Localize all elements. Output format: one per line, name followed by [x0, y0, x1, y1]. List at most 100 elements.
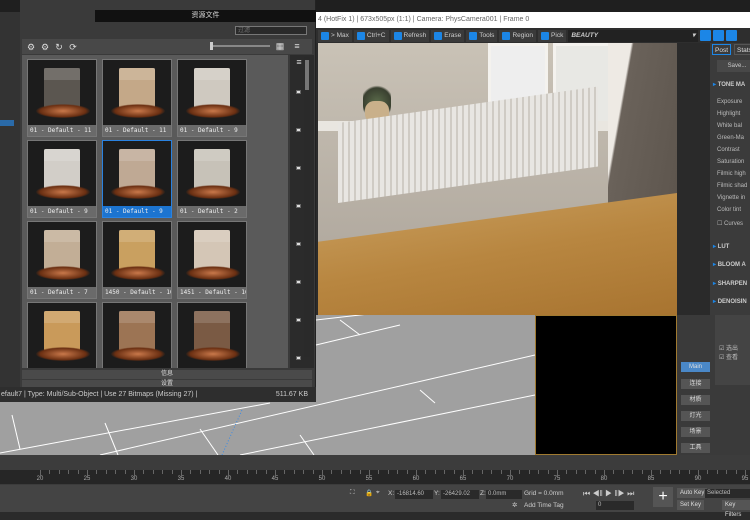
tick-mark: [124, 470, 126, 474]
z-coordinate[interactable]: 0.0mm: [486, 490, 522, 499]
zoom-in-icon[interactable]: [700, 30, 712, 41]
material-tile[interactable]: 01 - Default - 9: [27, 140, 97, 218]
label: Ctrl+C: [366, 31, 386, 39]
refresh-icon[interactable]: ↻: [54, 42, 64, 52]
selection-dropdown[interactable]: Selected: [705, 489, 750, 498]
playback-controls[interactable]: ⏮ ◀‖ ▶ ‖▶ ⏭: [583, 489, 634, 499]
material-tile[interactable]: 01 - Default - 7: [27, 221, 97, 299]
material-name: 01 - Default - 9: [103, 206, 171, 217]
material-name: 01 - Default - 11: [103, 125, 171, 136]
set-key-button[interactable]: Set Key: [677, 500, 705, 510]
list-icon[interactable]: ≡: [294, 57, 304, 67]
auto-key-button[interactable]: Auto Key: [677, 488, 708, 498]
category-marker[interactable]: [296, 242, 301, 246]
material-name: 01 - Default - 9: [178, 125, 246, 136]
material-preview: [44, 68, 80, 108]
tick-mark: [669, 470, 671, 474]
tick-label: 60: [412, 476, 420, 482]
tools-button[interactable]: Tools: [466, 29, 498, 42]
tick-mark: [735, 470, 737, 474]
key-filters-button[interactable]: Key Filters: [722, 500, 750, 518]
region-button[interactable]: Region: [499, 29, 537, 42]
material-tile[interactable]: 01 - Default - 11: [27, 59, 97, 137]
material-name: 01 - Default - 2: [178, 206, 246, 217]
tick-mark: [481, 470, 483, 474]
pick-button[interactable]: Pick: [538, 29, 567, 42]
y-coordinate[interactable]: -26429.02: [441, 490, 479, 499]
connect-button[interactable]: 连接: [681, 379, 710, 389]
filter-input[interactable]: [235, 26, 307, 35]
time-tag-icon[interactable]: ✲: [512, 501, 517, 509]
absolute-mode-icon[interactable]: ⌖: [376, 489, 380, 497]
bloom-section[interactable]: BLOOM A: [713, 261, 746, 268]
lut-section[interactable]: LUT: [713, 243, 730, 250]
grid-view-icon[interactable]: ▦: [275, 41, 285, 51]
curves-checkbox[interactable]: ☐ Curves: [717, 220, 743, 227]
tick-mark: [209, 470, 211, 474]
material-name: 01 - Default - 11: [28, 125, 96, 136]
tick-mark: [162, 470, 164, 474]
gear-icon: [469, 31, 478, 40]
tick-mark: [190, 470, 192, 474]
light-button[interactable]: 灯光: [681, 411, 710, 421]
sync-icon[interactable]: ⟳: [68, 42, 78, 52]
time-ruler[interactable]: 20 25 30 35 40 45 50 55 60 65 70 75 80 85 90 95: [0, 470, 750, 484]
tone-mapping-section[interactable]: TONE MA: [713, 81, 746, 88]
tick-mark: [181, 470, 182, 476]
material-button[interactable]: 材质: [681, 395, 710, 405]
add-time-tag[interactable]: Add Time Tag: [524, 502, 564, 509]
category-marker[interactable]: [296, 166, 301, 170]
material-tile[interactable]: 1450 - Default - 10: [102, 221, 172, 299]
sharpen-section[interactable]: SHARPEN: [713, 280, 747, 287]
isolate-icon[interactable]: ⛶: [350, 489, 355, 497]
tick-mark: [275, 470, 276, 476]
material-tile[interactable]: 01 - Default - 11: [102, 59, 172, 137]
grid-scrollbar[interactable]: [304, 57, 310, 357]
tab-post[interactable]: Post: [712, 44, 732, 55]
param-label: Contrast: [717, 147, 740, 153]
tick-mark: [68, 470, 70, 474]
sort-icon[interactable]: ≡: [292, 41, 302, 51]
tick-label: 90: [694, 476, 702, 482]
frame-input[interactable]: 0: [596, 501, 634, 510]
thumbnail-size-slider[interactable]: [210, 45, 270, 47]
scrollbar-thumb[interactable]: [305, 60, 309, 90]
tick-mark: [679, 470, 681, 474]
tick-mark: [152, 470, 154, 474]
main-button[interactable]: Main: [681, 362, 710, 372]
save-button[interactable]: Save...: [717, 60, 750, 72]
category-marker[interactable]: [296, 280, 301, 284]
checkbox-export[interactable]: ☑ 选出: [719, 343, 738, 352]
key-mode-button[interactable]: +: [653, 487, 673, 507]
open-material-icon[interactable]: ⚙: [26, 42, 36, 52]
tools-button[interactable]: 工具: [681, 443, 710, 453]
tick-mark: [218, 470, 220, 474]
denoise-section[interactable]: DENOISIN: [713, 298, 747, 305]
checkbox-view[interactable]: ☑ 查看: [719, 352, 738, 361]
slider-handle[interactable]: [210, 42, 213, 50]
tick-mark: [547, 470, 549, 474]
tick-label: 20: [36, 476, 44, 482]
material-tile[interactable]: 01 - Default - 9: [102, 140, 172, 218]
category-marker[interactable]: [296, 204, 301, 208]
material-tile[interactable]: 01 - Default - 9: [177, 59, 247, 137]
copy-button[interactable]: Ctrl+C: [353, 29, 389, 42]
erase-button[interactable]: Erase: [431, 29, 465, 42]
channel-select[interactable]: BEAUTY ▾: [568, 29, 699, 42]
material-tile[interactable]: 01 - Default - 2: [177, 140, 247, 218]
refresh-button[interactable]: Refresh: [390, 29, 430, 42]
lock-icon[interactable]: 🔒: [365, 489, 373, 497]
category-marker[interactable]: [296, 128, 301, 132]
curves-label: Curves: [724, 221, 744, 227]
zoom-fit-icon[interactable]: [726, 30, 738, 41]
material-tile[interactable]: 1451 - Default - 10: [177, 221, 247, 299]
tick-mark: [406, 470, 408, 474]
tick-mark: [557, 470, 558, 476]
scene-button[interactable]: 场景: [681, 427, 710, 437]
zoom-out-icon[interactable]: [713, 30, 725, 41]
to-max-button[interactable]: > Max: [318, 29, 352, 42]
category-marker[interactable]: [296, 90, 301, 94]
x-coordinate[interactable]: -16814.60: [395, 490, 433, 499]
tab-stats[interactable]: Stats: [734, 44, 750, 55]
add-material-icon[interactable]: ⚙: [40, 42, 50, 52]
